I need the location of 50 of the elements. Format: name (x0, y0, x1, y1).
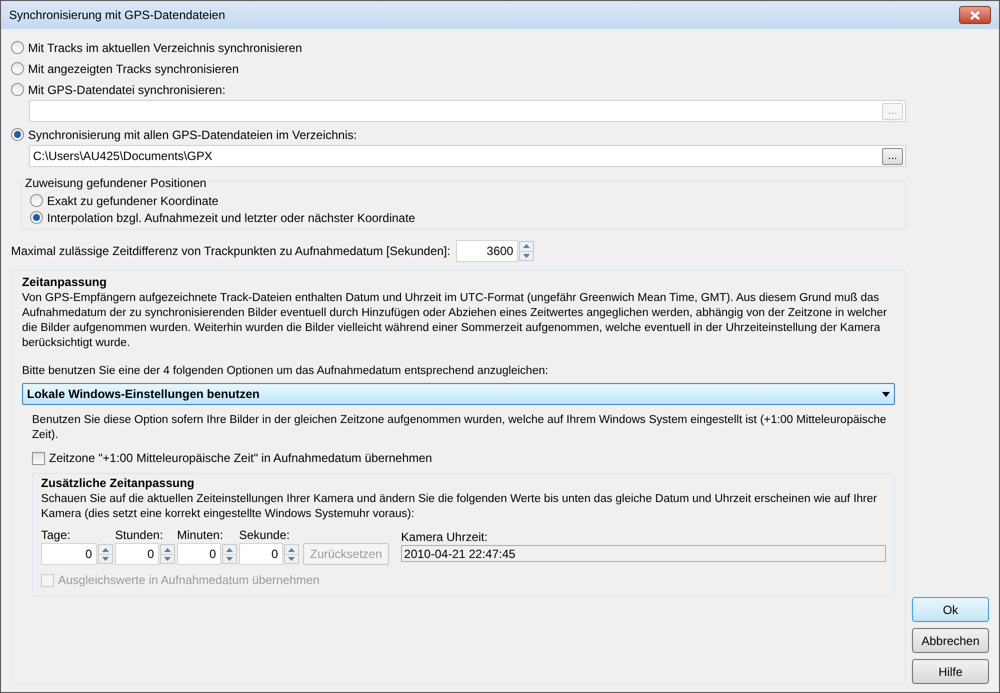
close-button[interactable] (959, 6, 991, 24)
number-field[interactable]: 0 (239, 543, 283, 566)
path-value: C:\Users\AU425\Documents\GPX (33, 148, 212, 165)
dialog-button[interactable]: Ok (912, 597, 989, 622)
spin-buttons[interactable] (222, 544, 237, 564)
checkbox[interactable] (32, 452, 45, 465)
dropdown-arrow-icon (882, 392, 890, 397)
browse-button[interactable]: ... (882, 148, 903, 164)
close-icon (970, 10, 980, 20)
option-label: Synchronisierung mit allen GPS-Datendateien im Verzeichnis: (28, 126, 357, 144)
group-title: Zeitanpassung (22, 274, 108, 291)
window-title: Synchronisierung mit GPS-Datendateien (9, 7, 226, 24)
dropdown-value: Lokale Windows-Einstellungen benutzen (27, 386, 260, 404)
number-field[interactable]: 0 (41, 543, 97, 566)
dropdown[interactable]: Lokale Windows-Einstellungen benutzen (22, 383, 895, 406)
spinner-label: Sekunde: (239, 527, 291, 544)
checkbox-label: Ausgleichswerte in Aufnahmedatum übernehmen (58, 572, 320, 590)
spin-buttons[interactable] (284, 544, 299, 564)
number-field[interactable]: 3600 (456, 240, 518, 262)
radio-button[interactable] (11, 41, 24, 54)
field-label: Maximal zulässige Zeitdifferenz von Trackpunkten zu Aufnahmedatum [Sekunden]: (11, 243, 450, 260)
spin-buttons[interactable] (160, 544, 175, 564)
radio-button[interactable] (11, 83, 24, 96)
option-label: Mit Tracks im aktuellen Verzeichnis synchronisieren (28, 40, 302, 56)
group-title: Zusätzliche Zeitanpassung (41, 475, 196, 492)
spin-buttons[interactable] (98, 544, 113, 564)
option-label: Interpolation bzgl. Aufnahmezeit und letzter oder nächster Koordinate (47, 210, 416, 226)
spin-buttons[interactable] (519, 241, 534, 261)
dialog-button[interactable]: Hilfe (912, 659, 989, 684)
radio-button[interactable] (30, 194, 43, 207)
option-label: Mit angezeigten Tracks synchronisieren (28, 60, 239, 78)
radio-button[interactable] (11, 128, 24, 141)
description-text: Von GPS-Empfängern aufgezeichnete Track-Dateien enthalten Datum und Uhrzeit im UTC-Format (ungefähr Greenwich Mean Time, GMT). Aus diesem Grund muß das Aufnahmedatum der zu synchronisierenden Bilder eventuell durch Hinzufügen oder Abziehen eines Zeitwertes angeglichen werden, abhängig von der Zeitzone in welcher die Bilder aufgenommen wurden. Weiterhin wurden die Bilder vielleicht während einer Sommerzeit aufgenommen, welche eventuell in der Uhrzeiteinstellung der Kamera berücksichtigt wurde. (22, 291, 888, 351)
number-field[interactable]: 0 (115, 543, 159, 566)
spinner-label: Stunden: (115, 527, 164, 544)
dialog-button[interactable]: Abbrechen (912, 628, 989, 653)
prompt-text: Bitte benutzen Sie eine der 4 folgenden Optionen um das Aufnahmedatum entsprechend anzugleichen: (22, 364, 550, 379)
checkbox-label: Zeitzone "+1:00 Mitteleuropäische Zeit" in Aufnahmedatum übernehmen (49, 450, 432, 468)
spinner-label: Tage: (41, 527, 72, 544)
radio-button[interactable] (11, 62, 24, 75)
path-field[interactable]: C:\Users\AU425\Documents\GPX ... (29, 145, 906, 167)
spinner-label: Minuten: (177, 527, 224, 544)
number-field[interactable]: 0 (177, 543, 221, 566)
hint-text: Benutzen Sie diese Option sofern Ihre Bilder in der gleichen Zeitzone aufgenommen wurden, welche auf Ihrem Windows System eingestellt ist (+1:00 Mitteleuropäische Zeit). (32, 413, 888, 444)
option-label: Mit GPS-Datendatei synchronisieren: (28, 82, 226, 98)
radio-button[interactable] (30, 211, 43, 224)
field-label: Kamera Uhrzeit: (401, 529, 489, 546)
description-text: Schauen Sie auf die aktuellen Zeiteinstellungen Ihrer Kamera und ändern Sie die folgenden Werte bis unten das gleiche Datum und Uhrzeit erscheinen wie auf Ihrer Kamera (dies setzt eine korrekt eingestellte Windows Systemuhr voraus): (41, 492, 878, 522)
camera-time-field: 2010-04-21 22:47:45 (401, 545, 886, 562)
option-label: Exakt zu gefundener Koordinate (47, 192, 218, 210)
